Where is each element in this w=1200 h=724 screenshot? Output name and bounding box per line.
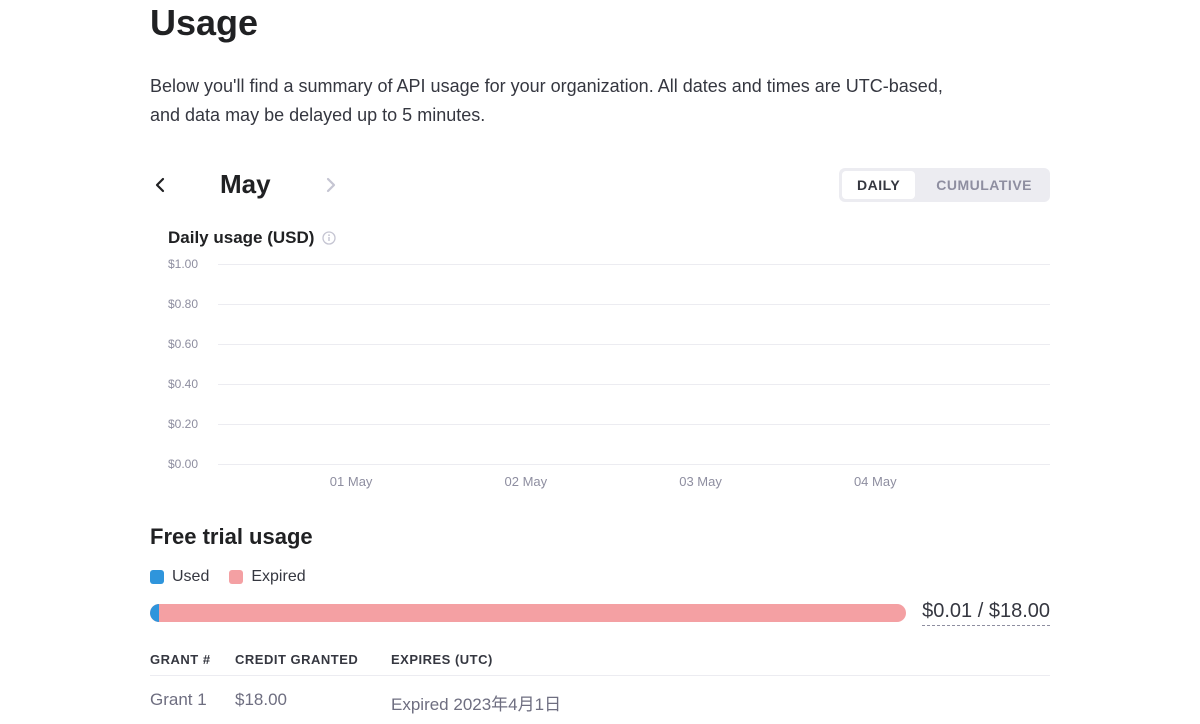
chart-x-axis: 01 May 02 May 03 May 04 May	[218, 474, 1050, 494]
x-tick: 04 May	[854, 474, 897, 489]
chevron-right-icon	[326, 177, 336, 193]
legend-expired-label: Expired	[251, 568, 305, 586]
grants-table: GRANT # CREDIT GRANTED EXPIRES (UTC) Gra…	[150, 652, 1050, 715]
view-daily-button[interactable]: DAILY	[842, 171, 915, 199]
x-tick: 01 May	[330, 474, 373, 489]
free-trial-heading: Free trial usage	[150, 524, 1050, 550]
usage-description: Below you'll find a summary of API usage…	[150, 72, 970, 130]
legend-used-label: Used	[172, 568, 209, 586]
view-toggle: DAILY CUMULATIVE	[839, 168, 1050, 202]
grant-cell-expires: Expired 2023年4月1日	[391, 690, 1050, 715]
chart-plot-area	[218, 264, 1050, 464]
usage-bar-row: $0.01 / $18.00	[150, 600, 1050, 626]
daily-usage-chart: $1.00 $0.80 $0.60 $0.40 $0.20 $0.00 01 M…	[168, 264, 1050, 494]
usage-bar-used-segment	[150, 604, 159, 622]
expired-swatch	[229, 570, 243, 584]
grants-header-grant: GRANT #	[150, 652, 235, 667]
chart-y-axis: $1.00 $0.80 $0.60 $0.40 $0.20 $0.00	[168, 264, 198, 464]
x-tick: 02 May	[505, 474, 548, 489]
usage-bar	[150, 604, 906, 622]
month-navigation: May	[150, 169, 341, 200]
info-icon[interactable]	[322, 231, 336, 245]
grants-header-row: GRANT # CREDIT GRANTED EXPIRES (UTC)	[150, 652, 1050, 676]
prev-month-button[interactable]	[150, 175, 170, 195]
legend-used: Used	[150, 568, 209, 586]
view-cumulative-button[interactable]: CUMULATIVE	[918, 168, 1050, 202]
usage-amount: $0.01 / $18.00	[922, 600, 1050, 626]
grant-cell-name: Grant 1	[150, 690, 235, 715]
month-navigation-row: May DAILY CUMULATIVE	[150, 168, 1050, 202]
legend-row: Used Expired	[150, 568, 1050, 586]
chart-title-row: Daily usage (USD)	[168, 228, 1050, 248]
used-swatch	[150, 570, 164, 584]
table-row: Grant 1 $18.00 Expired 2023年4月1日	[150, 690, 1050, 715]
page-title: Usage	[150, 2, 1050, 44]
grants-header-credit: CREDIT GRANTED	[235, 652, 391, 667]
chart-title: Daily usage (USD)	[168, 228, 314, 248]
x-tick: 03 May	[679, 474, 722, 489]
next-month-button[interactable]	[321, 175, 341, 195]
grant-cell-credit: $18.00	[235, 690, 391, 715]
legend-expired: Expired	[229, 568, 305, 586]
chevron-left-icon	[155, 177, 165, 193]
current-month-label: May	[220, 169, 271, 200]
grants-header-expires: EXPIRES (UTC)	[391, 652, 1050, 667]
